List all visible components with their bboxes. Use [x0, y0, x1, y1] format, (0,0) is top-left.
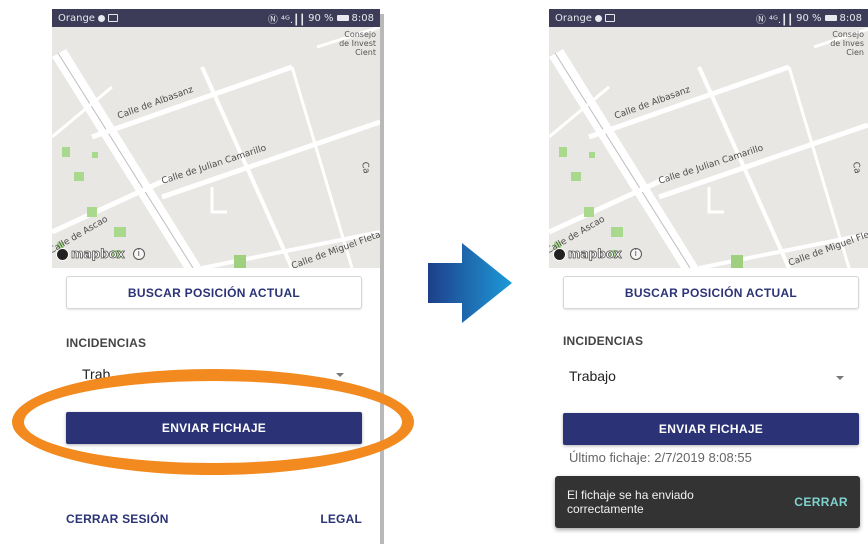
incidencias-select[interactable]: Trabajo [569, 368, 616, 384]
status-bar: Orange Ⓝ ⁴ᴳ.┃┃ 90 % 8:08 [549, 9, 868, 27]
clock: 8:08 [351, 12, 374, 24]
notification-icon [97, 14, 105, 22]
info-icon[interactable]: i [629, 248, 642, 260]
last-fichaje-text: Último fichaje: 2/7/2019 8:08:55 [569, 450, 752, 465]
send-fichaje-button[interactable]: ENVIAR FICHAJE [66, 412, 362, 444]
status-bar: Orange Ⓝ ⁴ᴳ.┃┃ 90 % 8:08 [52, 9, 380, 27]
map-view[interactable]: Calle de Albasanz Calle de Julian Camari… [549, 27, 868, 268]
mapbox-mark-icon [553, 247, 566, 261]
street-label: Ca [359, 161, 371, 175]
info-icon[interactable]: i [132, 248, 145, 260]
street-label: Ca [850, 161, 862, 175]
mapbox-wordmark: mapbox [568, 247, 623, 262]
snackbar: El fichaje se ha enviado correctamente C… [555, 476, 860, 528]
search-position-button[interactable]: BUSCAR POSICIÓN ACTUAL [563, 276, 859, 309]
incidencias-label: INCIDENCIAS [563, 334, 644, 348]
snackbar-close-button[interactable]: CERRAR [794, 495, 848, 509]
legal-link[interactable]: LEGAL [320, 512, 362, 526]
mapbox-logo: mapbox i [553, 247, 642, 261]
battery-level: 90 % [796, 12, 822, 24]
signal-icon: Ⓝ ⁴ᴳ.┃┃ [267, 14, 306, 26]
carrier-label: Orange [555, 12, 592, 24]
poi-label: Consejo de Inves Cien [830, 30, 864, 57]
carrier-label: Orange [58, 12, 95, 24]
mapbox-mark-icon [56, 247, 69, 261]
send-fichaje-button[interactable]: ENVIAR FICHAJE [563, 413, 859, 445]
mapbox-wordmark: mapbox [71, 247, 126, 262]
incidencias-select[interactable]: Trab [82, 366, 110, 382]
battery-icon [336, 15, 349, 21]
gallery-icon [107, 14, 118, 22]
snackbar-message: El fichaje se ha enviado correctamente [567, 488, 694, 516]
gallery-icon [604, 14, 615, 22]
signal-icon: Ⓝ ⁴ᴳ.┃┃ [755, 14, 794, 26]
incidencias-label: INCIDENCIAS [66, 336, 147, 350]
map-streets-graphic [52, 27, 380, 268]
clock: 8:08 [839, 12, 862, 24]
phone-screen-before: Orange Ⓝ ⁴ᴳ.┃┃ 90 % 8:08 Calle de Albasa… [52, 9, 380, 544]
chevron-down-icon[interactable] [336, 373, 344, 377]
map-view[interactable]: Calle de Albasanz Calle de Julian Camari… [52, 27, 380, 268]
logout-link[interactable]: CERRAR SESIÓN [66, 512, 169, 526]
phone-screen-after: Orange Ⓝ ⁴ᴳ.┃┃ 90 % 8:08 Calle de Albasa… [549, 9, 868, 544]
search-position-button[interactable]: BUSCAR POSICIÓN ACTUAL [66, 276, 362, 309]
right-arrow-icon [428, 243, 512, 323]
mapbox-logo: mapbox i [56, 247, 145, 261]
map-streets-graphic [549, 27, 868, 268]
poi-label: Consejo de Invest Cient [339, 30, 376, 57]
battery-level: 90 % [308, 12, 334, 24]
notification-icon [594, 14, 602, 22]
battery-icon [824, 15, 837, 21]
chevron-down-icon[interactable] [836, 376, 844, 380]
